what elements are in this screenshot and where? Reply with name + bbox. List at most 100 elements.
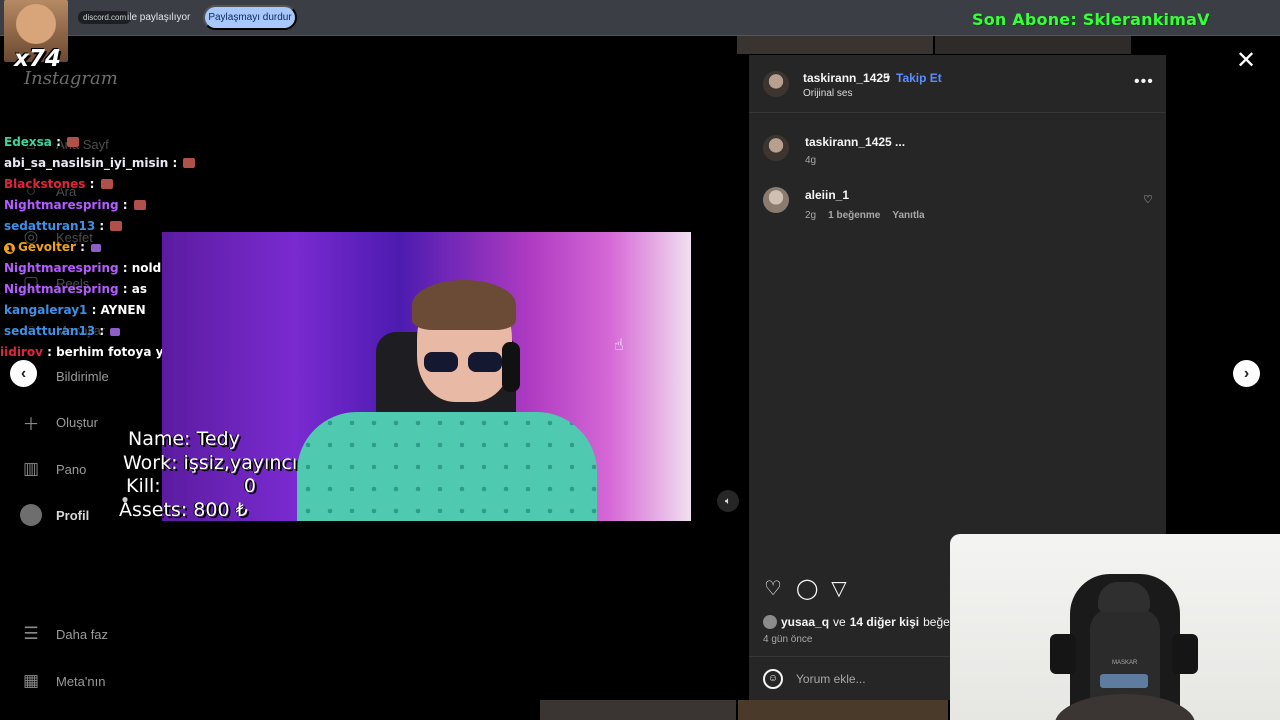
chat-line: kangaleray1 : AYNEN: [4, 303, 146, 317]
background-thumb: [738, 700, 948, 720]
chat-line: abi_sa_nasilsin_iyi_misin :: [4, 156, 196, 170]
share-text: ile paylaşılıyor: [127, 12, 191, 23]
chat-line: Nightmarespring :: [4, 198, 146, 212]
caption-username[interactable]: taskirann_1425 ...: [805, 135, 905, 149]
emote-icon: [133, 200, 146, 210]
stat-kill: Kill: 0: [126, 475, 256, 497]
chat-username: iidirov: [0, 345, 43, 359]
background-thumb: [935, 36, 1131, 54]
chat-username: Blackstones: [4, 177, 86, 191]
chat-username: Edexsa: [4, 135, 52, 149]
chat-username: abi_sa_nasilsin_iyi_misin: [4, 156, 169, 170]
sidebar-item-label: Oluştur: [56, 414, 98, 430]
speaker-icon: 🔈︎: [725, 495, 731, 507]
emote-icon: [100, 179, 113, 189]
caption-time: 4g: [805, 155, 817, 166]
chat-line: sedatturan13 :: [4, 219, 123, 233]
liked-by-others[interactable]: 14 diğer kişi: [850, 615, 919, 629]
sidebar-item-create[interactable]: ＋ Oluştur: [20, 411, 98, 434]
chat-line: 1 Gevolter :: [4, 240, 102, 254]
emoji-icon[interactable]: ☺: [763, 669, 783, 689]
grid-icon: ▦: [22, 671, 40, 690]
comment-bubble-icon[interactable]: ◯: [796, 579, 818, 599]
avatar[interactable]: [763, 187, 789, 213]
chat-username: sedatturan13: [4, 324, 96, 338]
chat-username: Nightmarespring: [4, 198, 119, 212]
previous-button[interactable]: ‹: [10, 360, 37, 387]
comment-username[interactable]: aleiin_1: [805, 188, 849, 202]
chat-line: Edexsa :: [4, 135, 80, 149]
comment-likes[interactable]: 1 beğenme: [828, 210, 880, 221]
chat-line: sedatturan13 :: [4, 324, 121, 338]
video-headset: [502, 342, 520, 392]
chat-username: Nightmarespring: [4, 282, 119, 296]
plus-icon: ＋: [22, 414, 40, 434]
webcam-overlay: MASKAR: [950, 534, 1280, 720]
share-bar: discord.com ile paylaşılıyor Paylaşmayı …: [0, 0, 1280, 36]
sidebar-item-dashboard[interactable]: ▥ Pano: [20, 458, 86, 480]
stat-assets: Assets: 800 ₺: [119, 498, 248, 521]
emote-icon: [91, 244, 102, 252]
follow-button[interactable]: Takip Et: [896, 71, 942, 85]
audio-link[interactable]: Orijinal ses: [803, 88, 852, 99]
liked-by-and: ve: [833, 615, 846, 629]
like-heart-icon[interactable]: ♡: [763, 579, 783, 599]
chevron-right-icon: ›: [1243, 364, 1250, 382]
chat-username: kangaleray1: [4, 303, 88, 317]
sidebar-item-label: Pano: [56, 461, 87, 477]
like-comment-heart-icon[interactable]: ♡: [1143, 193, 1153, 206]
liked-by-user[interactable]: yusaa_q: [781, 615, 829, 629]
post-actions: ♡ ◯ ▽: [763, 579, 849, 599]
hand-cursor-icon: ☝: [614, 337, 624, 354]
chat-line: Nightmarespring : as: [4, 282, 147, 296]
emote-icon: [67, 137, 80, 147]
sidebar-item-label: Daha faz: [56, 626, 109, 642]
chat-message: as: [131, 282, 147, 296]
chart-icon: ▥: [22, 459, 40, 478]
avatar[interactable]: [763, 71, 789, 97]
reply-button[interactable]: Yanıtla: [892, 210, 924, 221]
stats-overlay: Name: Tedy Work: işsiz,yayıncı Kill: 0 As…: [116, 428, 297, 522]
badge-icon: 1: [4, 243, 15, 254]
sidebar-item-more[interactable]: ☰ Daha faz: [20, 623, 108, 645]
mute-button[interactable]: 🔈︎: [717, 490, 739, 512]
post-date: 4 gün önce: [763, 634, 813, 645]
chat-username: Gevolter: [18, 240, 76, 254]
avatar: [763, 615, 777, 629]
sidebar-item-label: Bildirimle: [56, 368, 109, 384]
chat-line: Blackstones :: [4, 177, 113, 191]
next-button[interactable]: ›: [1233, 360, 1260, 387]
more-options-icon[interactable]: •••: [1134, 73, 1154, 91]
background-thumb: [540, 700, 736, 720]
stat-work: Work: işsiz,yayıncı: [123, 451, 298, 474]
instagram-logo[interactable]: Instagram: [24, 68, 118, 89]
video-sunglasses: [424, 352, 504, 374]
separator-dot: •: [886, 70, 891, 84]
stat-name: Name: Tedy: [128, 428, 240, 450]
menu-icon: ☰: [23, 624, 39, 643]
liked-by: yusaa_q ve 14 diğer kişi beğendi: [763, 615, 966, 629]
emote-icon: [183, 158, 196, 168]
avatar: [20, 504, 42, 526]
sidebar-item-label: Profil: [56, 507, 90, 523]
close-icon: ✕: [1236, 47, 1257, 74]
close-button[interactable]: ✕: [1236, 46, 1256, 75]
chevron-left-icon: ‹: [20, 364, 27, 382]
subscriber-banner: Son Abone: SklerankimaV: [972, 10, 1210, 29]
avatar[interactable]: [763, 135, 789, 161]
share-send-icon[interactable]: ▽: [829, 579, 849, 599]
stop-sharing-button[interactable]: Paylaşmayı durdur: [203, 5, 297, 30]
sidebar-item-label: Meta'nın: [56, 673, 106, 689]
sidebar-item-meta[interactable]: ▦ Meta'nın: [20, 670, 106, 692]
chat-message: AYNEN: [100, 303, 146, 317]
emote-icon: [110, 221, 123, 231]
background-thumb: [737, 36, 933, 54]
comment-meta: 2g 1 beğenme Yanıtla: [805, 210, 925, 221]
emote-icon: [110, 328, 121, 336]
post-header: taskirann_1425 • Takip Et Orijinal ses •…: [749, 55, 1166, 113]
chair-brand-logo: MASKAR: [1112, 660, 1138, 666]
share-domain: discord.com: [78, 11, 132, 24]
sidebar-item-profile[interactable]: Profil: [20, 504, 89, 526]
chat-username: sedatturan13: [4, 219, 96, 233]
post-username[interactable]: taskirann_1425: [803, 71, 890, 85]
